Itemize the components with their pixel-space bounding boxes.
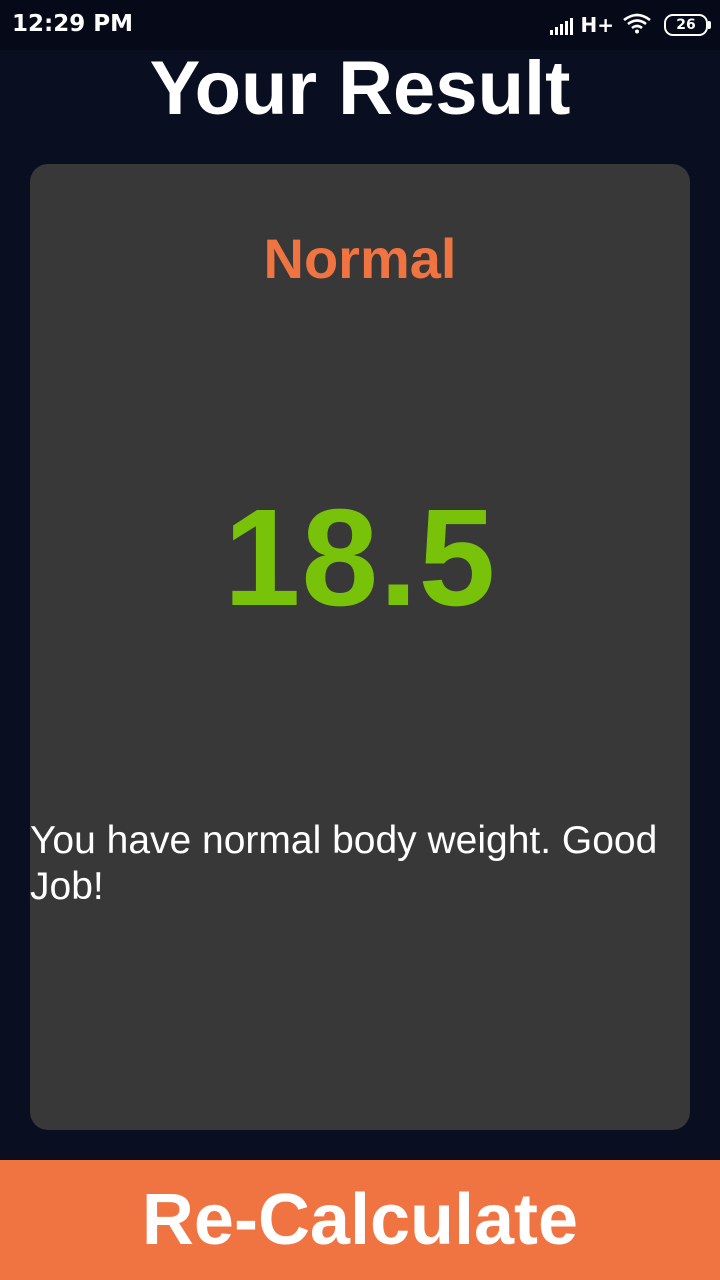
result-card [30, 164, 690, 1130]
battery-level: 26 [676, 17, 696, 33]
result-message: You have normal body weight. Good Job! [30, 819, 658, 908]
result-screen: 12:29 PM H+ 26 Your Result Normal 18.5 Y… [0, 0, 720, 1280]
wifi-icon [622, 12, 652, 39]
page-title: Your Result [149, 46, 571, 131]
result-category: Normal [263, 227, 457, 290]
battery-icon: 26 [664, 14, 711, 36]
recalculate-button[interactable]: Re-Calculate [0, 1160, 720, 1280]
network-type-label: H+ [580, 13, 615, 37]
signal-icon [549, 15, 573, 35]
status-time: 12:29 PM [12, 11, 133, 37]
status-bar: 12:29 PM H+ 26 [0, 0, 720, 50]
status-icons: H+ 26 [549, 10, 711, 40]
bmi-value: 18.5 [223, 481, 497, 635]
recalculate-button-label: Re-Calculate [141, 1180, 579, 1260]
